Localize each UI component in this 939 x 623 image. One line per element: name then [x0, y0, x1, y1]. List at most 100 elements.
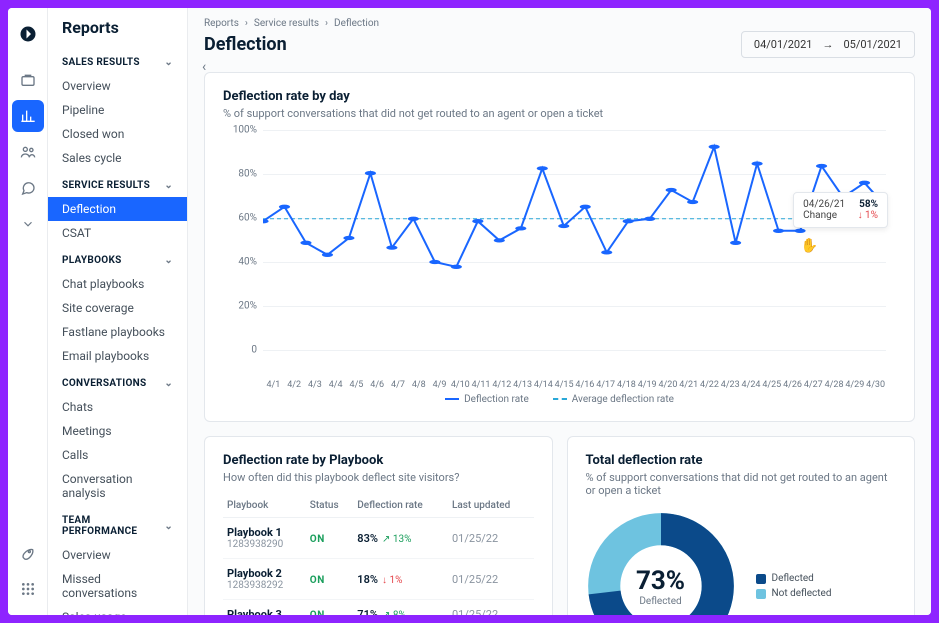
- sidebar-item[interactable]: CSAT: [48, 221, 187, 245]
- sidebar-item[interactable]: Email playbooks: [48, 344, 187, 368]
- chat-icon[interactable]: [12, 172, 44, 204]
- sidebar-item[interactable]: Fastlane playbooks: [48, 320, 187, 344]
- y-tick: 20%: [223, 301, 257, 312]
- x-tick: 4/23: [720, 380, 741, 390]
- x-tick: 4/21: [678, 380, 699, 390]
- chevron-down-icon: ⌄: [164, 57, 173, 68]
- table-row[interactable]: Playbook 21283938292ON18%↓ 1%01/25/22: [223, 559, 534, 600]
- total-card: Total deflection rate % of support conve…: [567, 436, 916, 615]
- table-header: Deflection rate: [353, 494, 448, 518]
- arrow-right-icon: →: [822, 38, 833, 51]
- y-tick: 60%: [223, 213, 257, 224]
- chevron-down-icon: ⌄: [164, 521, 173, 532]
- sidebar-item[interactable]: Meetings: [48, 419, 187, 443]
- playbook-title: Deflection rate by Playbook: [223, 453, 534, 468]
- x-tick: 4/10: [450, 380, 471, 390]
- sidebar-item[interactable]: Closed won: [48, 122, 187, 146]
- chevron-down-icon[interactable]: [12, 208, 44, 240]
- x-tick: 4/17: [595, 380, 616, 390]
- sidebar-item[interactable]: Pipeline: [48, 98, 187, 122]
- donut-chart: 73% Deflected: [586, 511, 736, 615]
- chevron-down-icon: ⌄: [164, 255, 173, 266]
- x-tick: 4/13: [512, 380, 533, 390]
- x-tick: 4/16: [574, 380, 595, 390]
- legend-average: Average deflection rate: [572, 394, 674, 405]
- table-header: Last updated: [448, 494, 534, 518]
- x-tick: 4/8: [408, 380, 429, 390]
- sidebar-item[interactable]: Sales cycle: [48, 146, 187, 170]
- sidebar-item[interactable]: Chats: [48, 395, 187, 419]
- sidebar-group-head[interactable]: PLAYBOOKS⌄: [48, 245, 187, 272]
- legend-deflection: Deflection rate: [464, 394, 529, 405]
- chart-area[interactable]: 020%40%60%80%100%4/14/24/34/44/54/64/74/…: [223, 130, 896, 390]
- sidebar-item[interactable]: Overview: [48, 543, 187, 567]
- sidebar-item[interactable]: Conversation analysis: [48, 467, 187, 505]
- x-tick: 4/15: [554, 380, 575, 390]
- x-tick: 4/11: [471, 380, 492, 390]
- x-tick: 4/14: [533, 380, 554, 390]
- breadcrumb-item[interactable]: Service results: [254, 18, 319, 29]
- x-tick: 4/24: [741, 380, 762, 390]
- x-tick: 4/19: [637, 380, 658, 390]
- playbook-table: PlaybookStatusDeflection rateLast update…: [223, 494, 534, 615]
- sidebar-group-head[interactable]: SALES RESULTS⌄: [48, 47, 187, 74]
- sidebar-group-head[interactable]: SERVICE RESULTS⌄: [48, 170, 187, 197]
- x-tick: 4/27: [803, 380, 824, 390]
- x-tick: 4/9: [429, 380, 450, 390]
- main: Reports›Service results›Deflection ‹ Def…: [188, 8, 931, 615]
- breadcrumb-item[interactable]: Deflection: [334, 18, 379, 29]
- sidebar: Reports SALES RESULTS⌄OverviewPipelineCl…: [48, 8, 188, 615]
- table-row[interactable]: Playbook 11283938290ON83%↗ 13%01/25/22: [223, 518, 534, 559]
- breadcrumb: Reports›Service results›Deflection: [204, 18, 915, 29]
- date-range-picker[interactable]: 04/01/2021 → 05/01/2021: [741, 31, 915, 58]
- donut-legend: Deflected Not deflected: [756, 569, 832, 603]
- date-from: 04/01/2021: [754, 38, 813, 51]
- sidebar-item[interactable]: Sales usage: [48, 605, 187, 615]
- x-tick: 4/28: [824, 380, 845, 390]
- apps-icon[interactable]: [12, 573, 44, 605]
- chart-card: Deflection rate by day % of support conv…: [204, 72, 915, 422]
- table-header: Playbook: [223, 494, 306, 518]
- x-tick: 4/2: [284, 380, 305, 390]
- table-row[interactable]: Playbook 3ON71%↗ 8%01/25/22: [223, 600, 534, 616]
- people-icon[interactable]: [12, 136, 44, 168]
- x-tick: 4/5: [346, 380, 367, 390]
- dashboard-icon[interactable]: [12, 64, 44, 96]
- reports-icon[interactable]: [12, 100, 44, 132]
- page-title: Deflection: [204, 34, 287, 55]
- y-tick: 80%: [223, 169, 257, 180]
- x-tick: 4/26: [782, 380, 803, 390]
- x-tick: 4/25: [761, 380, 782, 390]
- rocket-icon[interactable]: [12, 537, 44, 569]
- sidebar-title: Reports: [48, 18, 187, 47]
- back-button[interactable]: ‹: [202, 59, 206, 75]
- playbook-card: Deflection rate by Playbook How often di…: [204, 436, 553, 615]
- breadcrumb-item[interactable]: Reports: [204, 18, 239, 29]
- y-tick: 100%: [223, 125, 257, 136]
- y-tick: 0: [223, 345, 257, 356]
- x-tick: 4/7: [388, 380, 409, 390]
- chart-title: Deflection rate by day: [223, 89, 896, 104]
- cursor-icon: ✋: [801, 238, 818, 254]
- x-tick: 4/3: [305, 380, 326, 390]
- sidebar-item[interactable]: Chat playbooks: [48, 272, 187, 296]
- icon-rail: [8, 8, 48, 615]
- table-header: Status: [306, 494, 353, 518]
- chevron-down-icon: ⌄: [164, 180, 173, 191]
- sidebar-item[interactable]: Site coverage: [48, 296, 187, 320]
- playbook-subtitle: How often did this playbook deflect site…: [223, 471, 534, 484]
- sidebar-item[interactable]: Overview: [48, 74, 187, 98]
- x-tick: 4/18: [616, 380, 637, 390]
- sidebar-item[interactable]: Missed conversations: [48, 567, 187, 605]
- x-tick: 4/22: [699, 380, 720, 390]
- sidebar-group-head[interactable]: CONVERSATIONS⌄: [48, 368, 187, 395]
- sidebar-item[interactable]: Deflection: [48, 197, 187, 221]
- x-tick: 4/12: [491, 380, 512, 390]
- sidebar-group-head[interactable]: TEAM PERFORMANCE⌄: [48, 505, 187, 543]
- sidebar-item[interactable]: Calls: [48, 443, 187, 467]
- logo-icon[interactable]: [12, 18, 44, 50]
- date-to: 05/01/2021: [843, 38, 902, 51]
- total-title: Total deflection rate: [586, 453, 897, 468]
- x-tick: 4/20: [658, 380, 679, 390]
- x-tick: 4/30: [865, 380, 886, 390]
